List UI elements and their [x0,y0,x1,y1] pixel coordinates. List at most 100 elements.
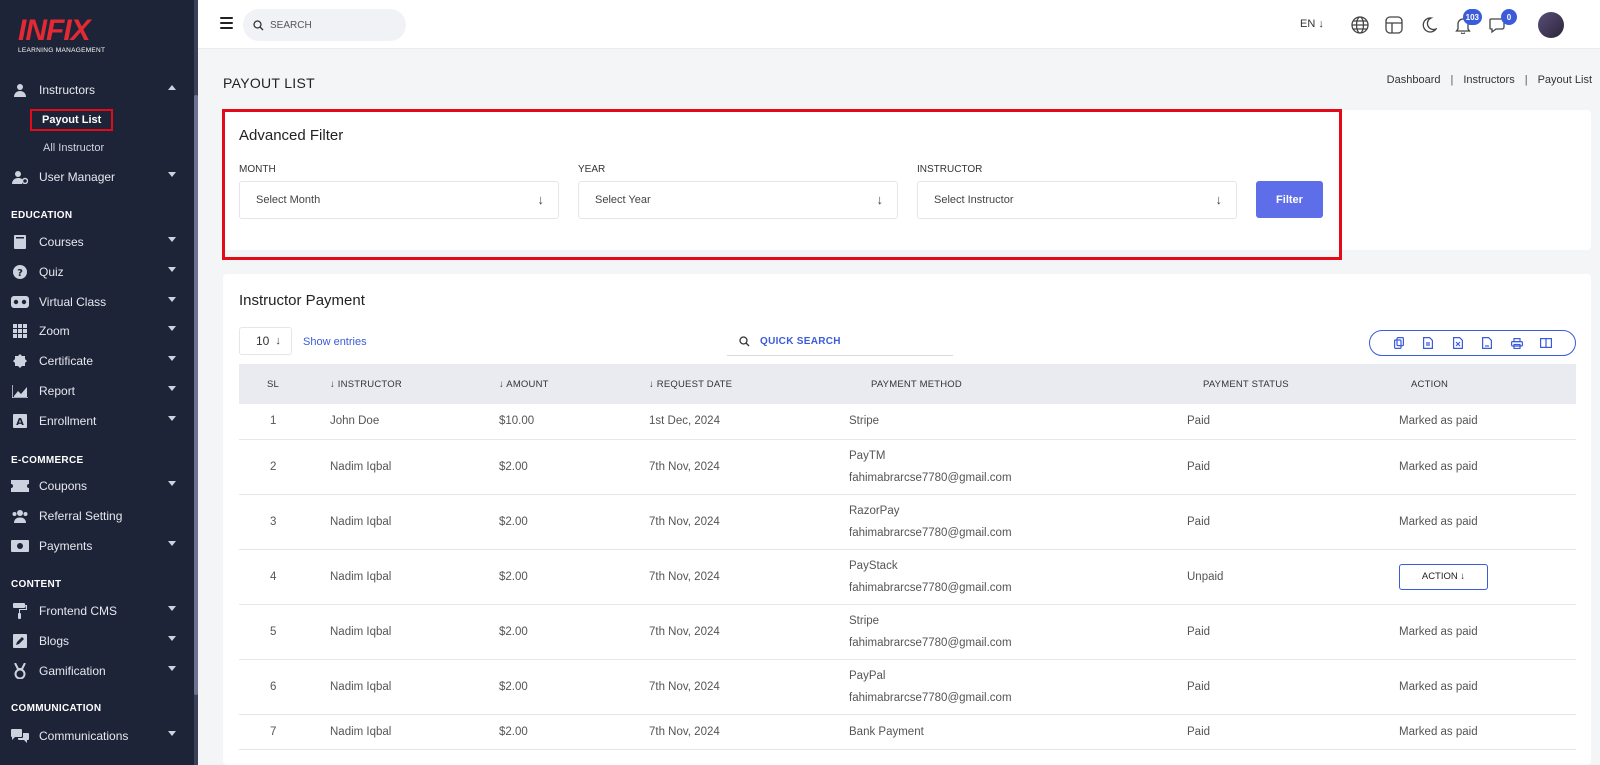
column-header-payment-status[interactable]: PAYMENT STATUS [1187,364,1399,404]
chevron-down-icon [168,386,176,391]
payment-method-name: PayPal [849,669,886,682]
payment-method-email: fahimabrarcse7780@gmail.com [849,636,1012,649]
sidebar-subitem-payout-list[interactable]: Payout List [30,109,114,131]
grid-icon [11,323,29,339]
column-header-sl[interactable]: SL [239,364,330,404]
column-header-action[interactable]: ACTION [1399,364,1576,404]
quick-search[interactable] [727,328,953,356]
copy-icon[interactable] [1390,334,1408,352]
print-icon[interactable] [1508,334,1526,352]
column-header-payment-method[interactable]: PAYMENT METHOD [849,364,1187,404]
column-header-label: REQUEST DATE [656,378,733,390]
sidebar-item-frontend-cms[interactable]: Frontend CMS [0,599,194,623]
sidebar-item-referral-setting[interactable]: Referral Setting [0,504,194,528]
cell-instructor: Nadim Iqbal [330,494,499,550]
bell-icon[interactable]: 103 [1453,9,1482,35]
show-entries-label: Show entries [303,336,367,348]
breadcrumb-dashboard[interactable]: Dashboard [1387,74,1441,86]
sidebar-item-instructors[interactable]: Instructors [0,78,194,102]
cell-instructor: Nadim Iqbal [330,549,499,605]
cell-action: ACTION ↓ [1399,549,1576,605]
section-title-communication: COMMUNICATION [11,703,102,714]
sidebar-item-certificate[interactable]: Certificate [0,349,194,373]
sidebar-item-label: Communications [39,729,129,743]
cell-request-date: 7th Nov, 2024 [649,439,849,495]
csv-file-icon[interactable] [1419,334,1437,352]
sidebar-scrollbar[interactable] [194,0,198,765]
sidebar-item-label: Enrollment [39,414,97,428]
question-circle-icon: ? [11,264,29,280]
chevron-down-icon [168,636,176,641]
month-select[interactable]: Select Month ↓ [239,181,559,219]
money-bill-icon [11,538,29,554]
chevron-down-icon [168,172,176,177]
payment-method-name: RazorPay [849,504,900,517]
column-header-instructor[interactable]: ↓ INSTRUCTOR [330,364,499,404]
table-row: 6 Nadim Iqbal $2.00 7th Nov, 2024 PayPal… [239,659,1576,715]
globe-icon[interactable] [1350,15,1370,35]
export-buttons [1369,330,1576,356]
instructor-select[interactable]: Select Instructor ↓ [917,181,1237,219]
pdf-file-icon[interactable] [1478,334,1496,352]
sort-arrow-icon: ↓ [499,378,504,390]
column-header-request-date[interactable]: ↓ REQUEST DATE [649,364,849,404]
cell-action: Marked as paid [1399,714,1576,750]
sidebar-item-gamification[interactable]: Gamification [0,659,194,683]
sidebar-item-blogs[interactable]: Blogs [0,629,194,653]
cell-payment-method: Bank Payment [849,714,1187,750]
sidebar-item-report[interactable]: Report [0,379,194,403]
global-search[interactable] [243,9,406,41]
entries-value: 10 [256,334,270,348]
avatar[interactable] [1538,12,1564,38]
cell-payment-method: RazorPay fahimabrarcse7780@gmail.com [849,494,1187,550]
sidebar-item-label: Referral Setting [39,509,123,523]
row-action-dropdown[interactable]: ACTION ↓ [1399,563,1488,590]
language-value: EN [1300,18,1316,30]
sidebar-item-label: Coupons [39,479,88,493]
table-row: 5 Nadim Iqbal $2.00 7th Nov, 2024 Stripe… [239,604,1576,660]
sidebar-item-courses[interactable]: Courses [0,230,194,254]
quick-search-input[interactable] [760,336,940,347]
breadcrumb-instructors[interactable]: Instructors [1463,74,1514,86]
chevron-down-icon [168,237,176,242]
menu-toggle-icon[interactable] [220,17,233,29]
scrollbar-thumb[interactable] [194,95,198,695]
sidebar-item-virtual-class[interactable]: Virtual Class [0,290,194,314]
sidebar-item-enrollment[interactable]: A Enrollment [0,409,194,433]
filter-button[interactable]: Filter [1256,181,1323,218]
cell-amount: $2.00 [499,714,649,750]
sidebar-item-label: Zoom [39,324,70,338]
payment-method-email: fahimabrarcse7780@gmail.com [849,691,1012,704]
table-row: 3 Nadim Iqbal $2.00 7th Nov, 2024 RazorP… [239,494,1576,550]
search-input[interactable] [270,19,390,31]
sidebar-subitem-all-instructor[interactable]: All Instructor [43,142,104,154]
excel-file-icon[interactable] [1449,334,1467,352]
user-icon [11,82,29,98]
arrow-down-icon: ↓ [1318,18,1324,30]
column-header-amount[interactable]: ↓ AMOUNT [499,364,649,404]
sidebar-item-coupons[interactable]: Coupons [0,474,194,498]
breadcrumb-payout-list[interactable]: Payout List [1538,74,1592,86]
sidebar-item-payments[interactable]: Payments [0,534,194,558]
layout-icon[interactable] [1384,15,1404,35]
instructor-select-value: Select Instructor [934,194,1014,206]
moon-icon[interactable] [1419,15,1439,35]
language-selector[interactable]: EN ↓ [1300,18,1324,30]
cell-payment-method: PayTM fahimabrarcse7780@gmail.com [849,439,1187,495]
cell-request-date: 7th Nov, 2024 [649,659,849,715]
section-title-ecommerce: E-COMMERCE [11,455,84,466]
sidebar-item-quiz[interactable]: ? Quiz [0,260,194,284]
sidebar-item-communications[interactable]: Communications [0,724,194,748]
cell-payment-status: Paid [1187,439,1399,495]
chevron-down-icon [168,666,176,671]
breadcrumb: Dashboard | Instructors | Payout List [1386,74,1592,86]
chevron-down-icon [168,416,176,421]
columns-icon[interactable] [1537,334,1555,352]
sidebar-item-zoom[interactable]: Zoom [0,319,194,343]
year-select[interactable]: Select Year ↓ [578,181,898,219]
sidebar-item-user-manager[interactable]: User Manager [0,165,194,189]
cell-request-date: 7th Nov, 2024 [649,714,849,750]
entries-select[interactable]: 10 ↓ [239,327,292,355]
message-icon[interactable]: 0 [1488,9,1517,35]
app-logo[interactable]: INFIX LEARNING MANAGEMENT [18,16,105,55]
